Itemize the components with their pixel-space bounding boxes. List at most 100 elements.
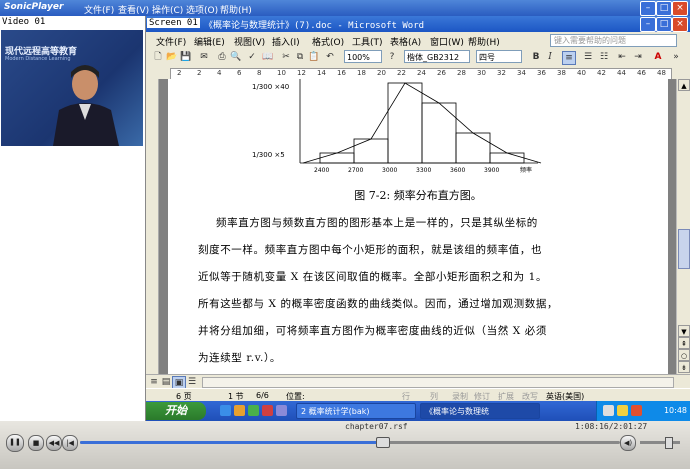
media-icon[interactable] bbox=[262, 405, 273, 416]
toolbar-options-icon[interactable]: » bbox=[670, 51, 682, 63]
scroll-thumb[interactable] bbox=[678, 229, 690, 269]
outlook-icon[interactable] bbox=[234, 405, 245, 416]
document-area: 1/300 ×40 1/300 ×5 2400 2700 3000 3300 3600 3… bbox=[146, 79, 676, 374]
increase-indent-icon[interactable]: ⇥ bbox=[632, 51, 644, 63]
windows-taskbar: 开始 2 概率统计学(bak) 《概率论与数理统 10:48 bbox=[146, 401, 690, 421]
word-window-title: 《概率论与数理统计》(7).doc - Microsoft Word bbox=[204, 21, 425, 31]
volume-slider[interactable] bbox=[640, 437, 680, 449]
volume-thumb[interactable] bbox=[665, 437, 673, 449]
ruler-tick-label: 40 bbox=[577, 69, 586, 77]
video-label: Video 01 bbox=[2, 17, 46, 27]
player-menu-view[interactable]: 查看(V) bbox=[118, 3, 149, 16]
font-size-select[interactable]: 四号 bbox=[476, 50, 522, 63]
web-view-icon[interactable]: ▤ bbox=[160, 376, 172, 388]
maximize-button[interactable]: □ bbox=[656, 1, 672, 16]
seek-bar[interactable] bbox=[80, 437, 620, 448]
menu-tools[interactable]: 工具(T) bbox=[352, 35, 383, 48]
desktop-icon[interactable] bbox=[248, 405, 259, 416]
font-select[interactable]: 楷体_GB2312 bbox=[404, 50, 470, 63]
next-page-button[interactable]: ⇟ bbox=[678, 361, 690, 373]
media-filename: chapter07.rsf bbox=[345, 422, 408, 431]
italic-icon[interactable]: I bbox=[544, 51, 556, 63]
ruler-tick-label: 18 bbox=[357, 69, 366, 77]
rewind-button[interactable]: ◀◀ bbox=[46, 435, 62, 451]
menu-file[interactable]: 文件(F) bbox=[156, 35, 186, 48]
taskbar-clock: 10:48 bbox=[663, 406, 687, 415]
outline-view-icon[interactable]: ☰ bbox=[186, 376, 198, 388]
word-maximize-button[interactable]: □ bbox=[656, 17, 672, 32]
print-preview-icon[interactable]: 🔍 bbox=[230, 51, 242, 63]
close-button[interactable]: × bbox=[672, 1, 688, 16]
print-icon[interactable]: ⎙ bbox=[216, 51, 228, 63]
document-page[interactable]: 1/300 ×40 1/300 ×5 2400 2700 3000 3300 3600 3… bbox=[168, 79, 668, 374]
menu-view[interactable]: 视图(V) bbox=[234, 35, 265, 48]
minimize-button[interactable]: – bbox=[640, 1, 656, 16]
app-icon[interactable] bbox=[276, 405, 287, 416]
font-color-icon[interactable]: A bbox=[652, 51, 664, 63]
zoom-select[interactable]: 100% bbox=[344, 50, 382, 63]
x-tick-label: 3000 bbox=[382, 167, 397, 174]
tray-icon[interactable] bbox=[617, 405, 628, 416]
bullets-icon[interactable]: ☷ bbox=[598, 51, 610, 63]
figure-caption: 图 7-2: 频率分布直方图。 bbox=[354, 189, 482, 202]
player-menu-action[interactable]: 操作(C) bbox=[152, 3, 183, 16]
menu-insert[interactable]: 插入(I) bbox=[272, 35, 300, 48]
tray-icon[interactable] bbox=[603, 405, 614, 416]
normal-view-icon[interactable]: ≡ bbox=[148, 376, 160, 388]
taskbar-item-word[interactable]: 《概率论与数理统 bbox=[420, 403, 540, 419]
help-search-input[interactable]: 键入需要帮助的问题 bbox=[550, 34, 677, 47]
player-menu-help[interactable]: 帮助(H) bbox=[220, 3, 252, 16]
paragraph-line: 频率直方图与频数直方图的图形基本上是一样的，只是其纵坐标的 bbox=[216, 217, 538, 229]
x-tick-label: 2400 bbox=[314, 167, 329, 174]
help-icon[interactable]: ? bbox=[386, 51, 398, 63]
player-menu-file[interactable]: 文件(F) bbox=[84, 3, 114, 16]
align-justify-icon[interactable]: ≡ bbox=[562, 51, 576, 65]
menu-table[interactable]: 表格(A) bbox=[390, 35, 421, 48]
menu-window[interactable]: 窗口(W) bbox=[430, 35, 464, 48]
numbering-icon[interactable]: ☰ bbox=[582, 51, 594, 63]
bold-icon[interactable]: B bbox=[530, 51, 542, 63]
player-menu-options[interactable]: 选项(O) bbox=[186, 3, 218, 16]
paste-icon[interactable]: 📋 bbox=[308, 51, 320, 63]
taskbar-item-folder[interactable]: 2 概率统计学(bak) bbox=[296, 403, 416, 419]
tray-icon[interactable] bbox=[631, 405, 642, 416]
menu-help[interactable]: 帮助(H) bbox=[468, 35, 500, 48]
ruler-tick-label: 36 bbox=[537, 69, 546, 77]
stop-button[interactable]: ■ bbox=[28, 435, 44, 451]
ie-icon[interactable] bbox=[220, 405, 231, 416]
start-button[interactable]: 开始 bbox=[146, 402, 206, 420]
seek-thumb[interactable] bbox=[376, 437, 391, 448]
histogram-bar bbox=[353, 138, 389, 164]
new-document-icon[interactable]: 🗋 bbox=[152, 51, 164, 63]
volume-icon[interactable]: ◀) bbox=[620, 435, 636, 451]
copy-icon[interactable]: ⧉ bbox=[294, 51, 306, 63]
research-icon[interactable]: 📖 bbox=[262, 51, 274, 63]
menu-edit[interactable]: 编辑(E) bbox=[194, 35, 225, 48]
player-controls: chapter07.rsf 1:08:16/2:01:27 ❚❚ ■ ◀◀ |◀… bbox=[0, 421, 690, 469]
lecturer-video[interactable]: 现代远程高等教育 Modern Distance Learning bbox=[1, 30, 143, 146]
vertical-ruler bbox=[146, 79, 159, 374]
vertical-scrollbar[interactable]: ▲ ▼ ⇞ ○ ⇟ bbox=[676, 79, 690, 374]
permission-icon[interactable]: ✉ bbox=[198, 51, 210, 63]
save-icon[interactable]: 💾 bbox=[180, 51, 192, 63]
previous-page-button[interactable]: ⇞ bbox=[678, 337, 690, 349]
open-icon[interactable]: 📂 bbox=[166, 51, 178, 63]
previous-button[interactable]: |◀ bbox=[62, 435, 78, 451]
ruler-tick-label: 46 bbox=[637, 69, 646, 77]
undo-icon[interactable]: ↶ bbox=[324, 51, 336, 63]
browse-object-button[interactable]: ○ bbox=[678, 349, 690, 361]
histogram-bars bbox=[319, 82, 525, 164]
status-pages: 6/6 bbox=[256, 391, 269, 400]
pause-button[interactable]: ❚❚ bbox=[6, 434, 24, 452]
ruler-tick-label: 14 bbox=[317, 69, 326, 77]
horizontal-scrollbar[interactable] bbox=[202, 377, 674, 388]
cut-icon[interactable]: ✂ bbox=[280, 51, 292, 63]
word-close-button[interactable]: × bbox=[672, 17, 688, 32]
word-minimize-button[interactable]: – bbox=[640, 17, 656, 32]
decrease-indent-icon[interactable]: ⇤ bbox=[616, 51, 628, 63]
spelling-icon[interactable]: ✓ bbox=[246, 51, 258, 63]
scroll-up-button[interactable]: ▲ bbox=[678, 79, 690, 91]
ruler-tick-label: 44 bbox=[617, 69, 626, 77]
menu-format[interactable]: 格式(O) bbox=[312, 35, 344, 48]
scroll-down-button[interactable]: ▼ bbox=[678, 325, 690, 337]
